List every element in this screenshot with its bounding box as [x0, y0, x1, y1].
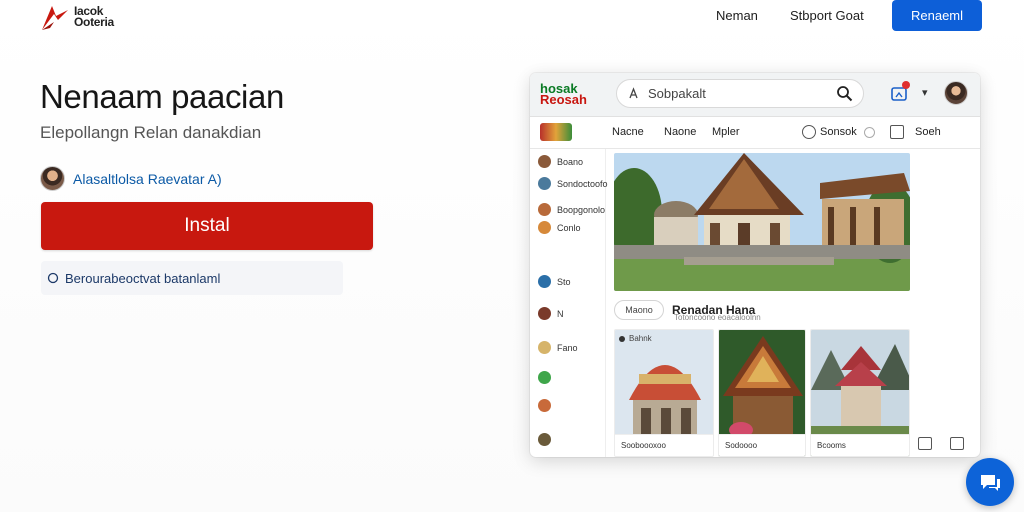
info-icon — [47, 272, 59, 284]
app-subtitle: Elepollangn Relan danakdian — [40, 123, 262, 142]
sidebar-item-label: Sondoctoofo — [557, 178, 608, 189]
developer-row[interactable]: Alasaltlolsa Raevatar A) — [40, 166, 222, 191]
card-footer: Sodoooo — [719, 434, 805, 456]
sidebar-item-label: Boano — [557, 156, 584, 167]
preview-avatar[interactable] — [944, 81, 968, 105]
preview-sidebar: Boano Sondoctoofo Boopgonolo Conlo Sto N… — [530, 149, 608, 457]
preview-search-placeholder: Sobpakalt — [648, 86, 706, 101]
card-head-label: Bahnk — [629, 334, 652, 343]
sidebar-item[interactable]: Boano — [538, 155, 583, 168]
chevron-down-icon[interactable]: ▾ — [922, 86, 928, 99]
sidebar-item[interactable]: Boopgonolo — [538, 203, 605, 216]
clock-icon — [864, 127, 875, 138]
photo-card-pagoda[interactable]: Bcooms — [810, 329, 910, 457]
logo-line-2: Ooteria — [74, 15, 114, 29]
sidebar-item-label: Fano — [557, 342, 578, 353]
site-logo[interactable]: Iacok Ooteria — [40, 2, 114, 32]
preview-tab-4[interactable]: Sonsok — [820, 126, 857, 138]
info-notice: Berourabeoctvat batanlaml — [41, 261, 343, 295]
sidebar-avatar — [538, 371, 551, 384]
sidebar-avatar — [538, 307, 551, 320]
sidebar-item[interactable] — [538, 433, 551, 446]
sidebar-item[interactable] — [538, 399, 551, 412]
preview-logo: hosak Reosah — [540, 82, 588, 107]
preview-tab-5[interactable]: Soeh — [915, 126, 941, 138]
compass-icon — [802, 125, 816, 139]
fab-chat-icon — [981, 475, 1000, 491]
play-icon — [890, 125, 904, 139]
card-footer: Sooboooxoo — [615, 434, 713, 456]
sidebar-avatar — [538, 177, 551, 190]
nav-link-2[interactable]: Stbport Goat — [790, 8, 864, 23]
developer-avatar — [40, 166, 65, 191]
preview-logo-line-2: Reosah — [540, 92, 587, 107]
sidebar-avatar — [538, 155, 551, 168]
sidebar-avatar — [538, 341, 551, 354]
sidebar-item[interactable]: N — [538, 307, 564, 320]
sidebar-item[interactable]: Fano — [538, 341, 578, 354]
preview-tab-3[interactable]: Mpler — [712, 126, 740, 138]
nav-link-1[interactable]: Neman — [716, 8, 758, 23]
preview-tab-2[interactable]: Naone — [664, 126, 696, 138]
card-footer: Bcooms — [811, 434, 909, 456]
preview-topbar: hosak Reosah Sobpakalt ▾ — [530, 73, 980, 117]
card-footer-label: Bcooms — [817, 441, 846, 450]
logo-mark-icon — [42, 6, 68, 30]
bookmark-icon[interactable] — [918, 437, 932, 450]
preview-search-input[interactable]: Sobpakalt — [616, 79, 864, 108]
card-dot-icon — [619, 335, 625, 342]
card-footer-label: Sooboooxoo — [621, 441, 666, 450]
photo-card-dome[interactable]: Bahnk Sooboooxoo — [614, 329, 714, 457]
sidebar-item-label: N — [557, 308, 564, 319]
search-icon — [629, 87, 638, 99]
sidebar-avatar — [538, 433, 551, 446]
preview-tabbar: Nacne Naone Mpler Sonsok Soeh — [530, 117, 980, 149]
app-title: Nenaam paacian — [40, 78, 284, 115]
app-store-page: Iacok Ooteria Neman Stbport Goat Renaeml… — [0, 0, 1024, 512]
sidebar-avatar — [538, 399, 551, 412]
install-button[interactable]: Instal — [41, 202, 373, 250]
feature-pill[interactable]: Maono — [614, 300, 664, 320]
header-cta-button[interactable]: Renaeml — [892, 0, 982, 31]
sidebar-item-label: Sto — [557, 276, 571, 287]
feature-caption: Maono Renadan Hana — [614, 295, 910, 325]
sidebar-item[interactable]: Sondoctoofo — [538, 177, 608, 190]
sidebar-item-label: Boopgonolo — [557, 204, 606, 215]
fab-chat-button[interactable] — [966, 458, 1014, 506]
card-footer-label: Sodoooo — [725, 441, 758, 450]
developer-name[interactable]: Alasaltlolsa Raevatar A) — [73, 171, 222, 187]
notification-badge — [902, 81, 910, 89]
sidebar-avatar — [538, 275, 551, 288]
info-text: Berourabeoctvat batanlaml — [65, 270, 221, 286]
sidebar-item[interactable]: Conlo — [538, 221, 581, 234]
photo-card-roof[interactable]: Sodoooo — [718, 329, 806, 457]
card-header: Bahnk — [619, 334, 652, 343]
sidebar-avatar — [538, 221, 551, 234]
preview-main-feed: Maono Renadan Hana Totoncoono eoacalooln… — [614, 153, 910, 457]
app-preview-screenshot: hosak Reosah Sobpakalt ▾ Nacne Naone Mpl… — [530, 73, 980, 457]
magnifier-icon[interactable] — [836, 85, 853, 102]
share-icon[interactable] — [950, 437, 964, 450]
sidebar-avatar — [538, 203, 551, 216]
sidebar-item[interactable]: Sto — [538, 275, 571, 288]
feature-photo[interactable] — [614, 153, 910, 291]
sidebar-item-label: Conlo — [557, 222, 581, 233]
preview-tab-1[interactable]: Nacne — [612, 126, 644, 138]
preview-tab-logo — [540, 123, 572, 141]
feature-subtitle: Totoncoono eoacaloolnn — [674, 313, 761, 322]
logo-wordmark: Iacok Ooteria — [74, 5, 114, 29]
sidebar-item[interactable] — [538, 371, 551, 384]
